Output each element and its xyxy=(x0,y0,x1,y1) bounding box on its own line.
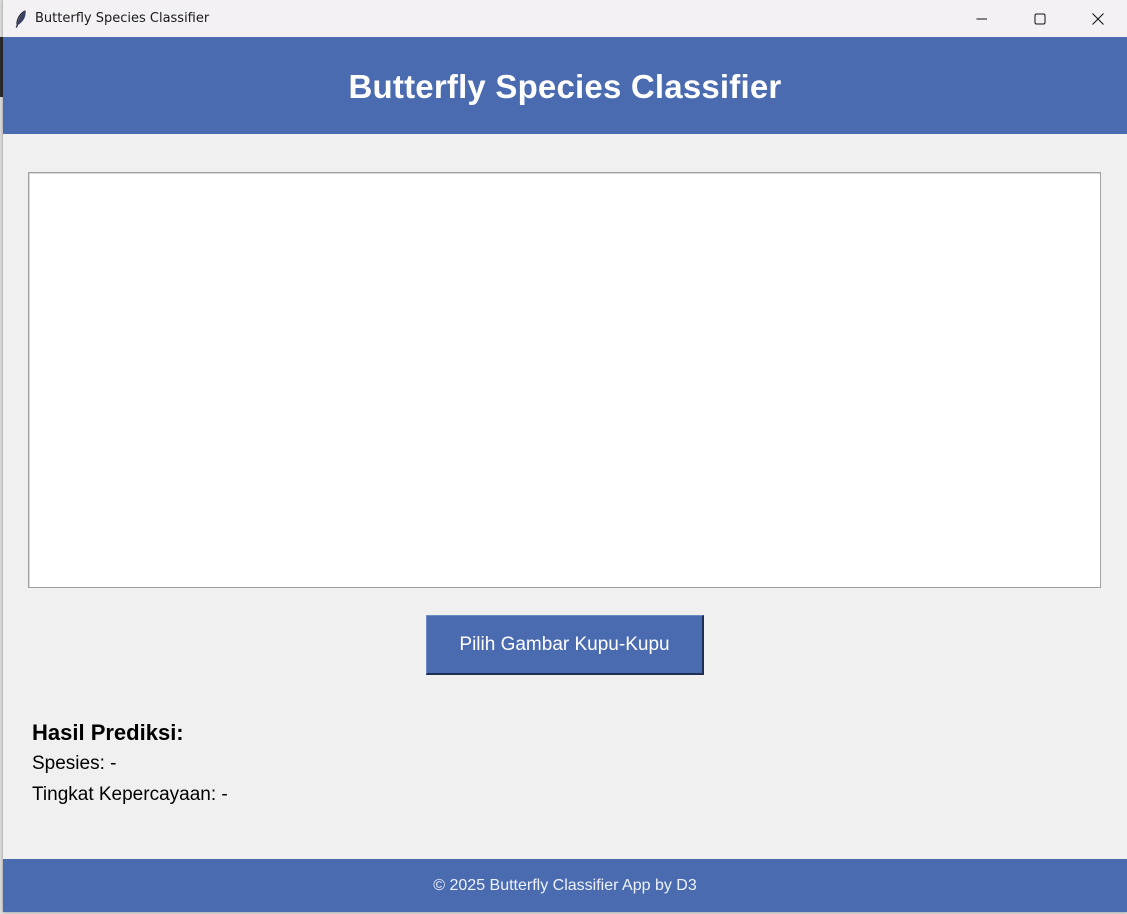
footer-text: © 2025 Butterfly Classifier App by D3 xyxy=(433,876,697,894)
app-footer: © 2025 Butterfly Classifier App by D3 xyxy=(3,859,1127,912)
maximize-icon xyxy=(1034,13,1046,24)
choose-image-button[interactable]: Pilih Gambar Kupu-Kupu xyxy=(426,615,704,675)
minimize-icon xyxy=(976,18,987,19)
page-title: Butterfly Species Classifier xyxy=(348,67,782,105)
maximize-button[interactable] xyxy=(1011,0,1069,37)
minimize-button[interactable] xyxy=(953,0,1011,37)
app-header: Butterfly Species Classifier xyxy=(3,37,1127,134)
window-controls xyxy=(953,0,1127,37)
image-preview-panel xyxy=(28,172,1101,588)
results-heading: Hasil Prediksi: xyxy=(32,720,184,745)
prediction-results: Hasil Prediksi: Spesies: - Tingkat Keper… xyxy=(32,718,228,810)
close-button[interactable] xyxy=(1069,0,1127,37)
confidence-result: Tingkat Kepercayaan: - xyxy=(32,784,228,805)
feather-icon xyxy=(14,9,28,28)
window-title: Butterfly Species Classifier xyxy=(35,11,210,26)
species-result: Spesies: - xyxy=(32,753,117,774)
app-window: Butterfly Species Classifier Butterfly S… xyxy=(3,0,1127,912)
close-icon xyxy=(1092,12,1104,25)
title-bar[interactable]: Butterfly Species Classifier xyxy=(3,0,1127,37)
